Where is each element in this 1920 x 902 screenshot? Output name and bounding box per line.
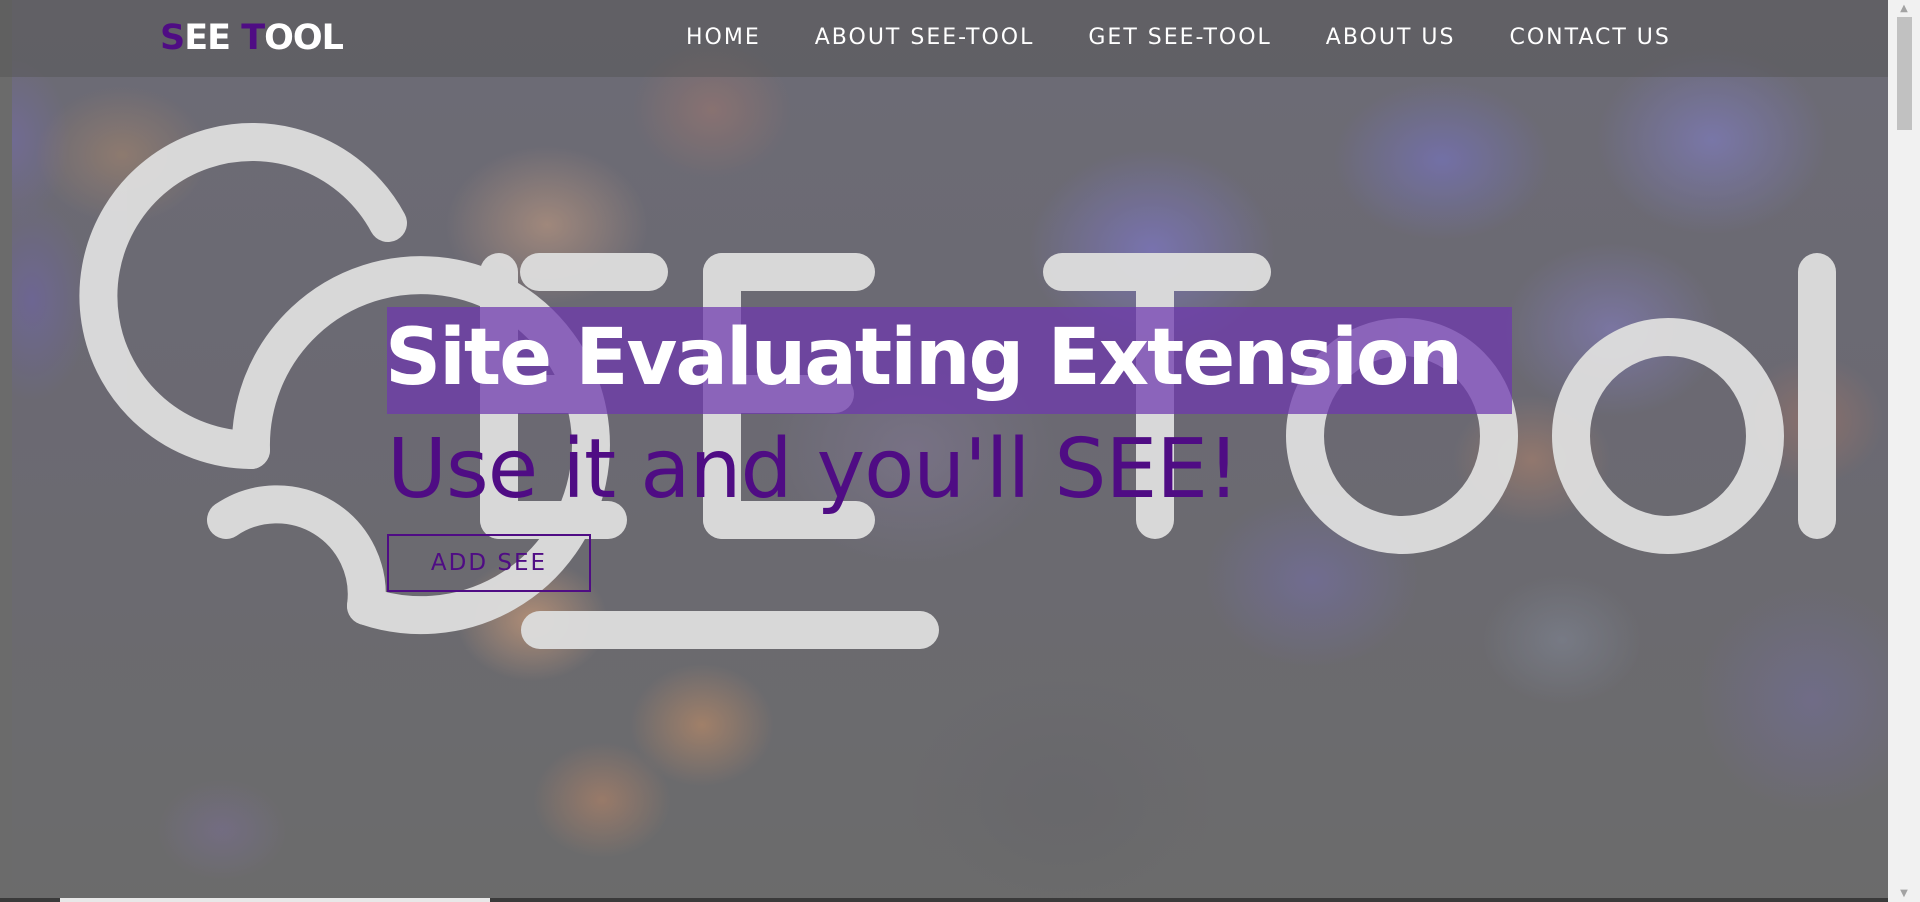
hero-tagline: Use it and you'll SEE! — [387, 422, 1240, 517]
scroll-up-arrow-icon[interactable]: ▲ — [1888, 0, 1920, 17]
nav-get-see-tool[interactable]: GET SEE-TOOL — [1088, 24, 1271, 52]
vertical-scrollbar[interactable]: ▲ ▼ — [1888, 0, 1920, 902]
scrollbar-thumb[interactable] — [1897, 17, 1912, 130]
bottom-strip — [0, 898, 1888, 902]
hero-headline: Site Evaluating Extension — [385, 313, 1463, 403]
scroll-down-arrow-icon[interactable]: ▼ — [1888, 885, 1920, 902]
brand-accent-t: T — [241, 18, 265, 58]
brand-accent-s: S — [160, 18, 185, 58]
nav-about-see-tool[interactable]: ABOUT SEE-TOOL — [815, 24, 1035, 52]
nav-about-us[interactable]: ABOUT US — [1326, 24, 1456, 52]
add-see-button[interactable]: ADD SEE — [387, 534, 591, 592]
bottom-strip-highlight — [60, 898, 490, 902]
brand-logo[interactable]: SEE TOOL — [160, 18, 344, 58]
nav-home[interactable]: HOME — [686, 24, 761, 52]
brand-text-ool: OOL — [264, 18, 344, 58]
nav-contact-us[interactable]: CONTACT US — [1509, 24, 1670, 52]
main-nav: HOME ABOUT SEE-TOOL GET SEE-TOOL ABOUT U… — [686, 24, 1671, 52]
page: SEE TOOL HOME ABOUT SEE-TOOL GET SEE-TOO… — [0, 0, 1920, 902]
top-navbar: SEE TOOL HOME ABOUT SEE-TOOL GET SEE-TOO… — [0, 0, 1888, 77]
brand-text-ee: EE — [184, 18, 242, 58]
